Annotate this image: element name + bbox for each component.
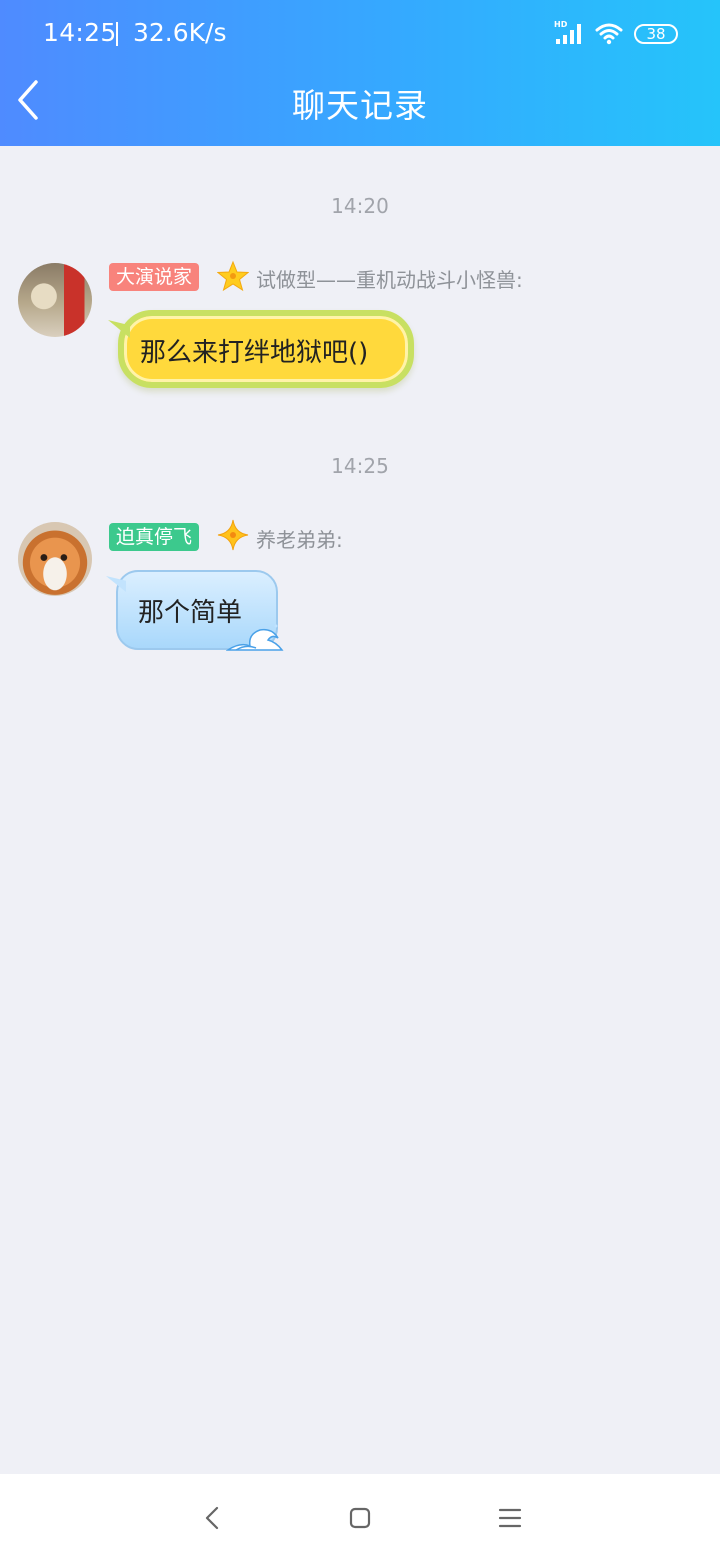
avatar[interactable] <box>18 263 92 337</box>
battery-icon: 38 <box>634 24 678 44</box>
message-timestamp: 14:25 <box>331 454 389 478</box>
sender-name[interactable]: 试做型——重机动战斗小怪兽: <box>256 264 523 293</box>
home-nav-icon[interactable] <box>344 1502 376 1534</box>
page-title: 聊天记录 <box>292 86 428 125</box>
chat-history[interactable]: 14:20 大演说家 试做型——重机动战斗小怪兽: 那么来打绊地狱吧() 14:… <box>0 146 720 1474</box>
message-bubble[interactable]: 那么来打绊地狱吧() <box>108 310 414 388</box>
wifi-icon <box>595 23 623 45</box>
title-badge[interactable]: 大演说家 <box>109 263 200 291</box>
hd-label: HD <box>554 20 568 29</box>
network-speed: 32.6K/s <box>133 18 227 47</box>
status-time: 14:25 <box>43 18 117 47</box>
message-bubble[interactable]: 那个简单 <box>106 570 284 651</box>
sender-name[interactable]: 养老弟弟: <box>256 524 343 553</box>
back-nav-icon[interactable] <box>197 1502 229 1534</box>
star-icon <box>217 260 249 292</box>
status-separator <box>116 22 118 46</box>
header: 14:25 32.6K/s HD 38 聊天记录 <box>0 0 720 146</box>
avatar[interactable] <box>18 522 92 596</box>
wave-icon <box>226 624 284 651</box>
navigation-bar <box>0 1474 720 1560</box>
title-badge[interactable]: 迫真停飞 <box>109 523 200 551</box>
message-text: 那么来打绊地狱吧() <box>140 338 369 368</box>
message-timestamp: 14:20 <box>331 194 389 218</box>
sparkle-icon <box>217 519 249 551</box>
battery-level: 38 <box>646 25 666 43</box>
menu-nav-icon[interactable] <box>494 1502 526 1534</box>
signal-icon: HD <box>554 20 581 44</box>
